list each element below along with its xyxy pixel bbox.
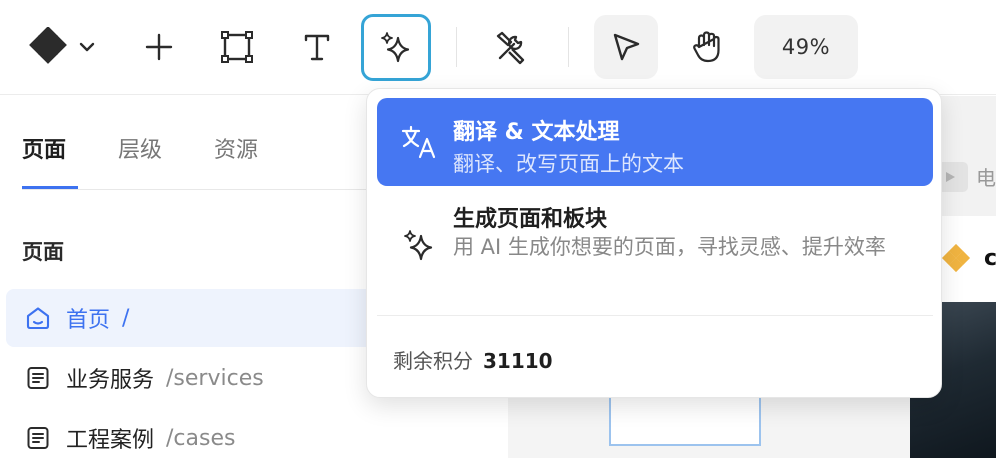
page-label: 首页 (66, 308, 111, 333)
hand-icon (689, 29, 725, 65)
page-label: 工程案例 (66, 428, 155, 453)
top-toolbar: 49% (0, 0, 996, 95)
menu-item-description: 翻译、改写页面上的文本 (453, 152, 684, 176)
credits-label: 剩余积分 (393, 349, 473, 373)
page-path: /cases (166, 425, 236, 451)
document-icon (24, 424, 52, 452)
page-label: 业务服务 (66, 368, 155, 393)
menu-item-translate[interactable]: 翻译 & 文本处理 翻译、改写页面上的文本 (377, 98, 933, 186)
frame-tool-button[interactable] (214, 24, 260, 70)
select-tool-button[interactable] (594, 15, 658, 79)
text-tool-button[interactable] (294, 24, 340, 70)
menu-item-title: 生成页面和板块 (453, 207, 608, 232)
site-logo-icon (940, 243, 972, 280)
remaining-credits: 剩余积分 31110 (393, 345, 553, 374)
translate-icon (399, 122, 439, 162)
cursor-icon (609, 30, 643, 64)
menu-item-generate[interactable]: 生成页面和板块 用 AI 生成你想要的页面，寻找灵感、提升效率 (377, 192, 933, 302)
sparkles-icon (399, 226, 439, 266)
wrench-screwdriver-icon (492, 28, 530, 66)
editor-window: 49% 页面 层级 资源 页面 首页 / 业务服务 /services 工程案例… (0, 0, 996, 458)
text-icon (302, 32, 332, 62)
sparkles-icon (376, 28, 416, 68)
page-path: / (122, 305, 130, 331)
plus-icon (144, 32, 174, 62)
page-path: /services (166, 365, 264, 391)
credits-value: 31110 (483, 349, 553, 373)
tab-layers[interactable]: 层级 (118, 132, 162, 164)
add-element-button[interactable] (136, 24, 182, 70)
menu-item-description: 用 AI 生成你想要的页面，寻找灵感、提升效率 (453, 235, 886, 259)
site-logo-text: c (984, 246, 996, 271)
toolbar-divider (456, 27, 457, 67)
hand-tool-button[interactable] (684, 24, 730, 70)
home-icon (24, 304, 52, 332)
document-icon (24, 364, 52, 392)
ai-dropdown-menu: 翻译 & 文本处理 翻译、改写页面上的文本 生成页面和板块 用 AI 生成你想要… (366, 88, 942, 398)
tab-pages[interactable]: 页面 (22, 132, 66, 164)
chevron-down-icon (78, 41, 96, 53)
tab-assets[interactable]: 资源 (214, 132, 258, 164)
toolbar-divider (568, 27, 569, 67)
dev-tools-button[interactable] (488, 24, 534, 70)
ai-assistant-button[interactable] (361, 14, 431, 81)
menu-divider (377, 315, 933, 316)
frame-icon (220, 30, 254, 64)
brand-diamond-icon (28, 27, 68, 67)
zoom-level-button[interactable]: 49% (754, 15, 858, 79)
menu-item-title: 翻译 & 文本处理 (453, 120, 620, 145)
page-item-cases[interactable]: 工程案例 /cases (6, 409, 506, 458)
logo-menu-button[interactable] (20, 24, 104, 70)
preview-bar-text: 电 (976, 166, 996, 190)
pages-section-title: 页面 (22, 240, 64, 264)
